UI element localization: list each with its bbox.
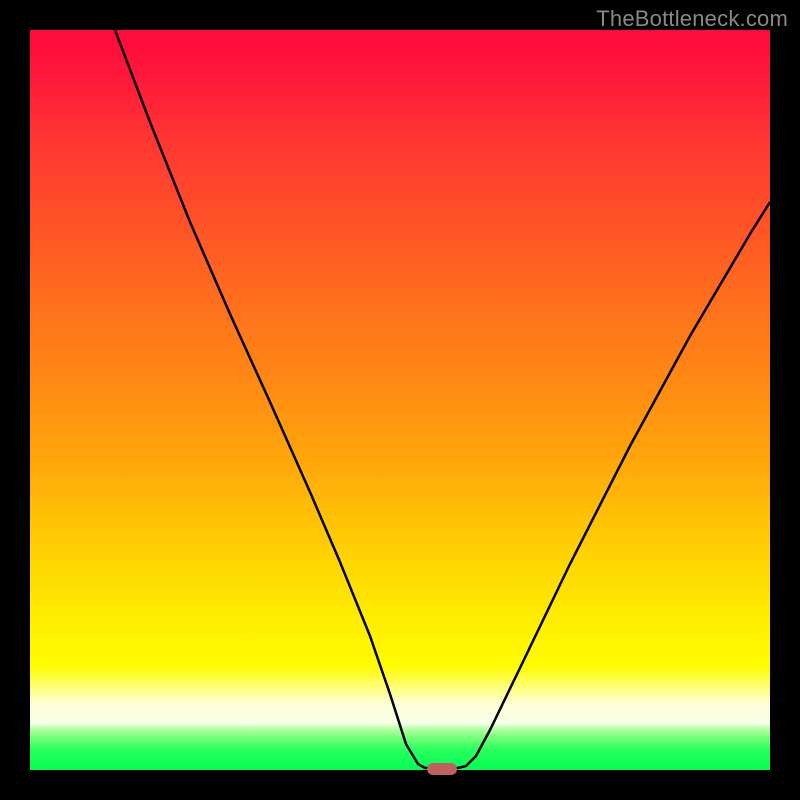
curve-svg (30, 30, 770, 770)
bottleneck-curve (115, 30, 770, 768)
optimal-marker (427, 763, 457, 775)
plot-area (30, 30, 770, 770)
watermark-text: TheBottleneck.com (596, 6, 788, 32)
chart-frame: TheBottleneck.com (0, 0, 800, 800)
